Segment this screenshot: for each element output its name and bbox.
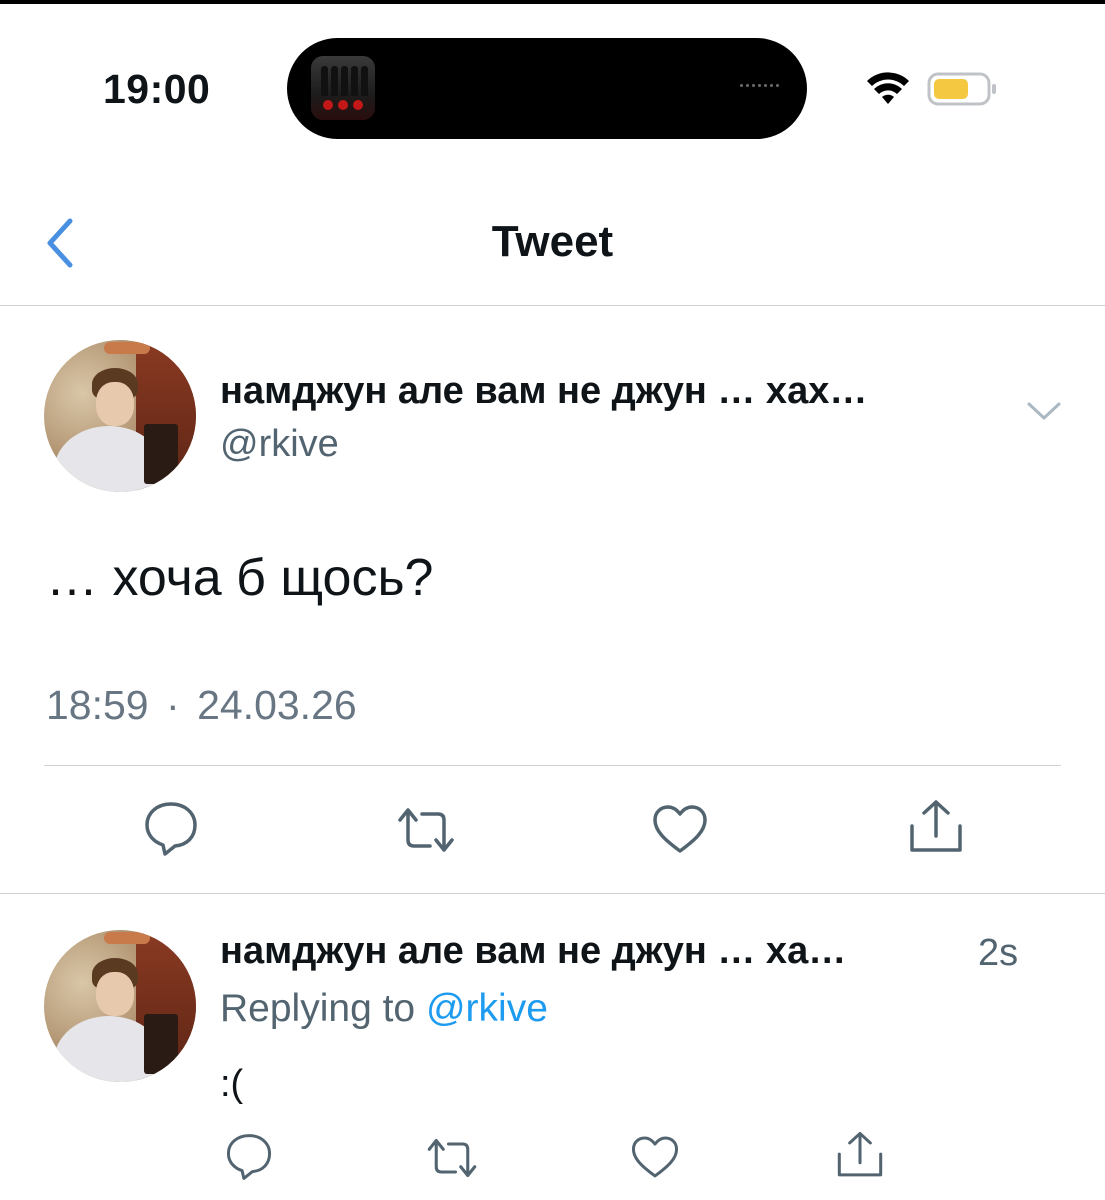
avatar[interactable] [44,340,196,492]
now-playing-artwork-icon [311,56,375,120]
chevron-down-icon[interactable] [1026,400,1062,422]
tweet-text: … хоча б щось? [46,549,434,607]
reply-share-icon[interactable] [834,1130,886,1180]
replying-to: Replying to @rkive [220,987,548,1031]
author-name[interactable]: намджун але вам не джун … хах… [220,370,867,413]
tweet-divider [0,893,1105,894]
audio-wave-icon [740,84,779,87]
top-border [0,0,1105,4]
tweet-timestamp: 18:59 · 24.03.26 [46,682,357,729]
replying-handle-link[interactable]: @rkive [426,987,548,1030]
share-icon[interactable] [906,798,966,856]
status-time: 19:00 [103,66,211,112]
retweet-icon[interactable] [394,806,458,854]
reply-author-name[interactable]: намджун але вам не джун … ха… [220,930,846,973]
reply-avatar[interactable] [44,930,196,1082]
replying-prefix: Replying to [220,987,416,1030]
tweet-time: 18:59 [46,682,149,728]
dynamic-island[interactable] [287,38,807,139]
reply-icon[interactable] [143,800,199,858]
battery-icon [927,72,996,106]
reply-age: 2s [978,932,1019,974]
reply-like-icon[interactable] [630,1134,680,1180]
page-title: Tweet [491,217,614,266]
nav-divider [0,305,1105,306]
author-handle[interactable]: @rkive [220,423,339,466]
reply-reply-icon[interactable] [225,1132,273,1182]
meta-divider [44,765,1061,766]
like-icon[interactable] [651,803,709,855]
reply-retweet-icon[interactable] [424,1137,480,1179]
meta-separator: · [166,682,180,728]
wifi-icon [867,72,909,104]
tweet-date: 24.03.26 [197,682,357,728]
reply-text: :( [220,1063,244,1105]
